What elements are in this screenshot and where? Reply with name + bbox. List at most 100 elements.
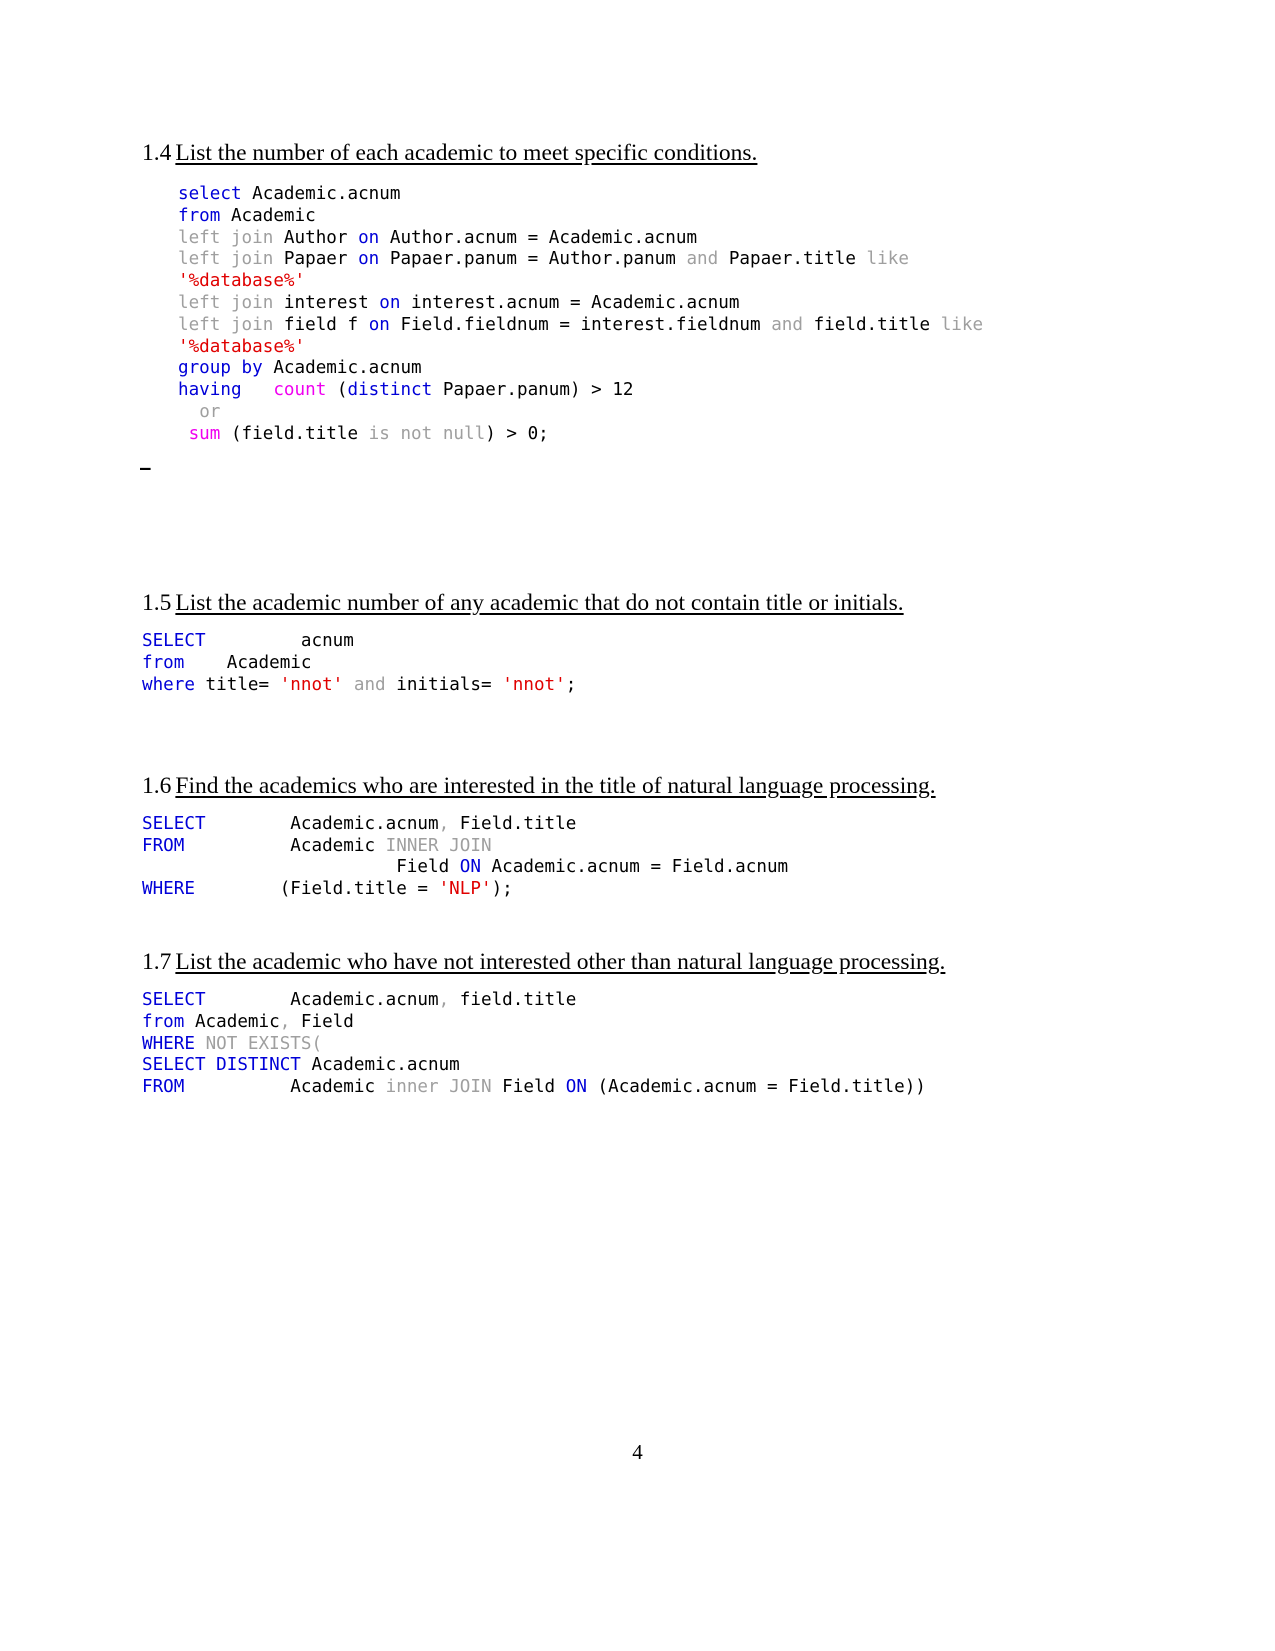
- code-token: FROM: [142, 1077, 185, 1098]
- section-1-5: 1.5 List the academic number of any acade…: [142, 588, 1142, 696]
- section-1-4-heading: 1.4 List the number of each academic to m…: [142, 138, 1142, 168]
- code-token: left join: [178, 314, 274, 335]
- code-token: NOT EXISTS(: [205, 1033, 323, 1054]
- section-1-5-title: List the academic number of any academic…: [175, 590, 904, 617]
- code-token: group by: [178, 358, 263, 379]
- code-line: SELECT Academic.acnum, Field.title: [142, 814, 576, 834]
- code-token: is not null: [368, 423, 486, 444]
- section-1-5-code: SELECT acnum from Academic where title= …: [142, 631, 1142, 696]
- code-line: from Academic: [142, 653, 311, 673]
- section-1-7-code: SELECT Academic.acnum, field.title from …: [142, 990, 1142, 1099]
- code-line: WHERE NOT EXISTS(: [142, 1034, 322, 1054]
- section-1-4: 1.4 List the number of each academic to m…: [140, 138, 1142, 480]
- code-token: count: [273, 380, 327, 401]
- code-token: field f: [273, 314, 369, 335]
- code-line: left join Author on Author.acnum = Acade…: [178, 228, 697, 248]
- code-token: WHERE: [142, 879, 195, 900]
- code-token: and: [686, 249, 719, 270]
- code-token: interest: [273, 292, 380, 313]
- code-token: ,: [279, 1011, 291, 1032]
- code-token: (: [326, 380, 348, 401]
- code-line: having count (distinct Papaer.panum) > 1…: [178, 380, 634, 400]
- code-token: field.title: [449, 989, 577, 1010]
- page-number: 4: [632, 1440, 643, 1464]
- code-token: '%database%': [178, 336, 306, 357]
- code-line: from Academic, Field: [142, 1012, 354, 1032]
- code-token: INNER JOIN: [385, 835, 492, 856]
- code-line: left join interest on interest.acnum = A…: [178, 293, 739, 313]
- code-token: Academic: [184, 1077, 386, 1098]
- code-token: ;: [565, 674, 577, 695]
- code-token: Author: [273, 227, 359, 248]
- code-line: WHERE (Field.title = 'NLP');: [142, 879, 513, 899]
- code-line: '%database%': [178, 337, 305, 357]
- code-token: left join: [178, 227, 274, 248]
- code-token: ,: [438, 813, 450, 834]
- code-token: SELECT: [142, 631, 206, 652]
- code-token: ON: [459, 857, 481, 878]
- section-1-7-heading: 1.7 List the academic who have not intere…: [142, 947, 1142, 977]
- code-line: or: [178, 402, 220, 422]
- code-token: 'NLP': [438, 879, 492, 900]
- code-line: from Academic: [178, 206, 316, 226]
- section-1-6: 1.6 Find the academics who are interested…: [142, 771, 1142, 901]
- code-line: group by Academic.acnum: [178, 358, 422, 378]
- code-token: (Field.title =: [194, 879, 439, 900]
- spacer-1-5-to-1-6: [142, 697, 1142, 771]
- page-content: 1.4 List the number of each academic to m…: [140, 138, 1142, 1099]
- code-token: interest.acnum = Academic.acnum: [400, 292, 740, 313]
- code-token: WHERE: [142, 1033, 195, 1054]
- code-token: Academic.acnum: [262, 358, 422, 379]
- section-1-6-title: Find the academics who are interested in…: [175, 772, 936, 799]
- code-token: Papaer.title: [718, 249, 867, 270]
- spacer-1-4-to-1-5: [142, 480, 1142, 588]
- code-line: where title= 'nnot' and initials= 'nnot'…: [142, 675, 576, 695]
- code-token: SELECT: [142, 813, 206, 834]
- code-token: ) > 0;: [485, 423, 549, 444]
- code-token: title=: [194, 674, 280, 695]
- section-1-4-number: 1.4: [142, 140, 172, 166]
- code-token: Academic: [184, 653, 312, 674]
- section-1-6-code: SELECT Academic.acnum, Field.title FROM …: [142, 814, 1142, 901]
- code-line: sum (field.title is not null) > 0;: [178, 424, 549, 444]
- section-1-6-heading: 1.6 Find the academics who are interested…: [142, 771, 1142, 801]
- code-token: on: [358, 249, 380, 270]
- code-line: select Academic.acnum: [178, 184, 400, 204]
- section-1-7-title: List the academic who have not intereste…: [175, 948, 946, 975]
- code-token: from: [142, 653, 185, 674]
- code-token: Field: [491, 1077, 566, 1098]
- code-token: (Academic.acnum = Field.title)): [586, 1077, 926, 1098]
- code-line: left join field f on Field.fieldnum = in…: [178, 315, 983, 335]
- code-token: Academic: [220, 205, 316, 226]
- code-token: Academic.acnum: [241, 184, 401, 204]
- code-token: and: [353, 674, 386, 695]
- code-token: );: [491, 879, 513, 900]
- code-line: FROM Academic INNER JOIN: [142, 836, 492, 856]
- section-1-4-trailing-dash: –: [140, 458, 151, 479]
- code-token: on: [368, 314, 390, 335]
- section-1-5-heading: 1.5 List the academic number of any acade…: [142, 588, 1142, 618]
- code-token: acnum: [205, 631, 354, 652]
- code-token: Academic: [184, 1011, 280, 1032]
- section-1-7-number: 1.7: [142, 948, 172, 975]
- code-token: like: [940, 314, 984, 335]
- code-token: initials=: [385, 674, 503, 695]
- code-token: on: [379, 292, 401, 313]
- spacer-1-6-to-1-7: [142, 901, 1142, 947]
- code-line: Field ON Academic.acnum = Field.acnum: [142, 857, 788, 877]
- code-token: Field.fieldnum = interest.fieldnum: [389, 314, 772, 335]
- code-token: from: [178, 205, 221, 226]
- code-token: Author.acnum = Academic.acnum: [379, 227, 698, 248]
- code-token: Papaer.panum = Author.panum: [379, 249, 687, 270]
- code-token: left join: [178, 249, 274, 270]
- code-token: having: [178, 380, 242, 401]
- section-1-6-number: 1.6: [142, 772, 172, 799]
- code-token: SELECT DISTINCT: [142, 1055, 301, 1076]
- code-token: FROM: [142, 835, 185, 856]
- code-token: like: [866, 249, 909, 270]
- code-token: (field.title: [220, 423, 369, 444]
- code-token: Academic.acnum: [205, 813, 439, 834]
